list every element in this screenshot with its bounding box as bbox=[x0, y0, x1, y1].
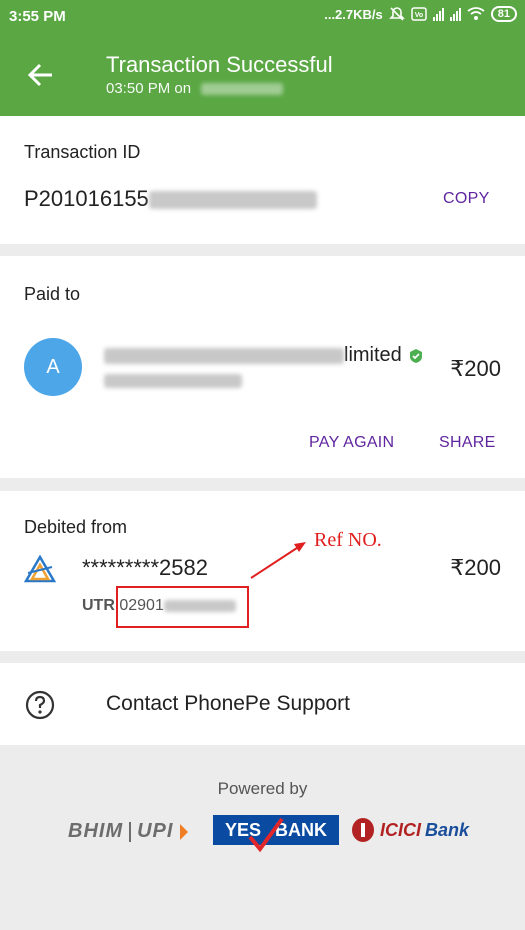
page-title: Transaction Successful bbox=[106, 52, 333, 77]
network-speed: ...2.7KB/s bbox=[324, 6, 383, 22]
status-bar: 3:55 PM ...2.7KB/s Vo 81 bbox=[0, 0, 525, 32]
blurred-date bbox=[201, 83, 284, 96]
signal-icon-1 bbox=[432, 7, 444, 21]
icici-emblem-icon bbox=[352, 818, 374, 842]
copy-button[interactable]: COPY bbox=[443, 190, 490, 208]
support-label: Contact PhonePe Support bbox=[106, 692, 351, 715]
verified-icon bbox=[409, 348, 422, 363]
blurred-transaction-id bbox=[148, 191, 317, 210]
back-arrow-icon[interactable] bbox=[26, 60, 56, 90]
subtitle-text: 03:50 PM on bbox=[106, 80, 192, 97]
bhim-upi-logo: BHIM UPI bbox=[68, 820, 189, 843]
battery-icon: 81 bbox=[490, 6, 517, 22]
paid-to-label: Paid to bbox=[24, 284, 81, 304]
svg-text:Vo: Vo bbox=[415, 12, 423, 19]
debited-from-label: Debited from bbox=[24, 517, 128, 537]
bank-logo-icon bbox=[24, 555, 56, 583]
avatar: A bbox=[24, 338, 82, 396]
signal-icon-2 bbox=[449, 7, 461, 21]
account-number: *********2582 bbox=[82, 555, 208, 580]
pay-again-button[interactable]: PAY AGAIN bbox=[309, 434, 394, 452]
utr-highlight-box bbox=[116, 586, 249, 628]
transaction-id-text: P201016155 bbox=[24, 186, 149, 211]
mute-icon bbox=[388, 7, 405, 21]
icici-bank-logo: ICICI Bank bbox=[350, 816, 469, 844]
upi-arrow-icon bbox=[180, 823, 189, 840]
bhim-text: BHIM bbox=[68, 820, 124, 842]
ref-number-annotation: Ref NO. bbox=[314, 529, 382, 551]
upi-text: UPI bbox=[137, 820, 174, 842]
powered-by-label: Powered by bbox=[217, 779, 308, 798]
blurred-payee-name bbox=[104, 347, 344, 364]
help-icon bbox=[25, 690, 55, 720]
blurred-payee-upi bbox=[104, 374, 242, 388]
status-time: 3:55 PM bbox=[9, 8, 66, 25]
icici-left-text: ICICI bbox=[380, 819, 422, 840]
icici-right-text: Bank bbox=[425, 819, 470, 840]
debited-from-card: Debited from *********2582 ₹200 UTR 0290… bbox=[0, 491, 525, 651]
status-icons: ...2.7KB/s Vo 81 bbox=[324, 6, 517, 22]
transaction-id-label: Transaction ID bbox=[24, 142, 141, 162]
share-button[interactable]: SHARE bbox=[439, 434, 496, 452]
paid-amount: ₹200 bbox=[450, 356, 501, 381]
transaction-id-card: Transaction ID P201016155 COPY bbox=[0, 116, 525, 244]
utr-label: UTR bbox=[82, 597, 115, 614]
paid-to-card: Paid to A limited ₹200 PAY AGAIN SHARE bbox=[0, 256, 525, 478]
page-subtitle: 03:50 PM on bbox=[106, 80, 284, 97]
payee-name-suffix: limited bbox=[344, 344, 402, 366]
wifi-icon bbox=[467, 7, 485, 20]
transaction-id-value: P201016155 bbox=[24, 186, 317, 212]
debited-amount: ₹200 bbox=[450, 555, 501, 580]
payee-name: limited bbox=[104, 344, 424, 367]
app-bar: Transaction Successful 03:50 PM on bbox=[0, 32, 525, 116]
yes-bank-tick-icon bbox=[248, 817, 284, 853]
support-row[interactable]: Contact PhonePe Support bbox=[0, 663, 525, 745]
volte-icon: Vo bbox=[411, 7, 427, 21]
